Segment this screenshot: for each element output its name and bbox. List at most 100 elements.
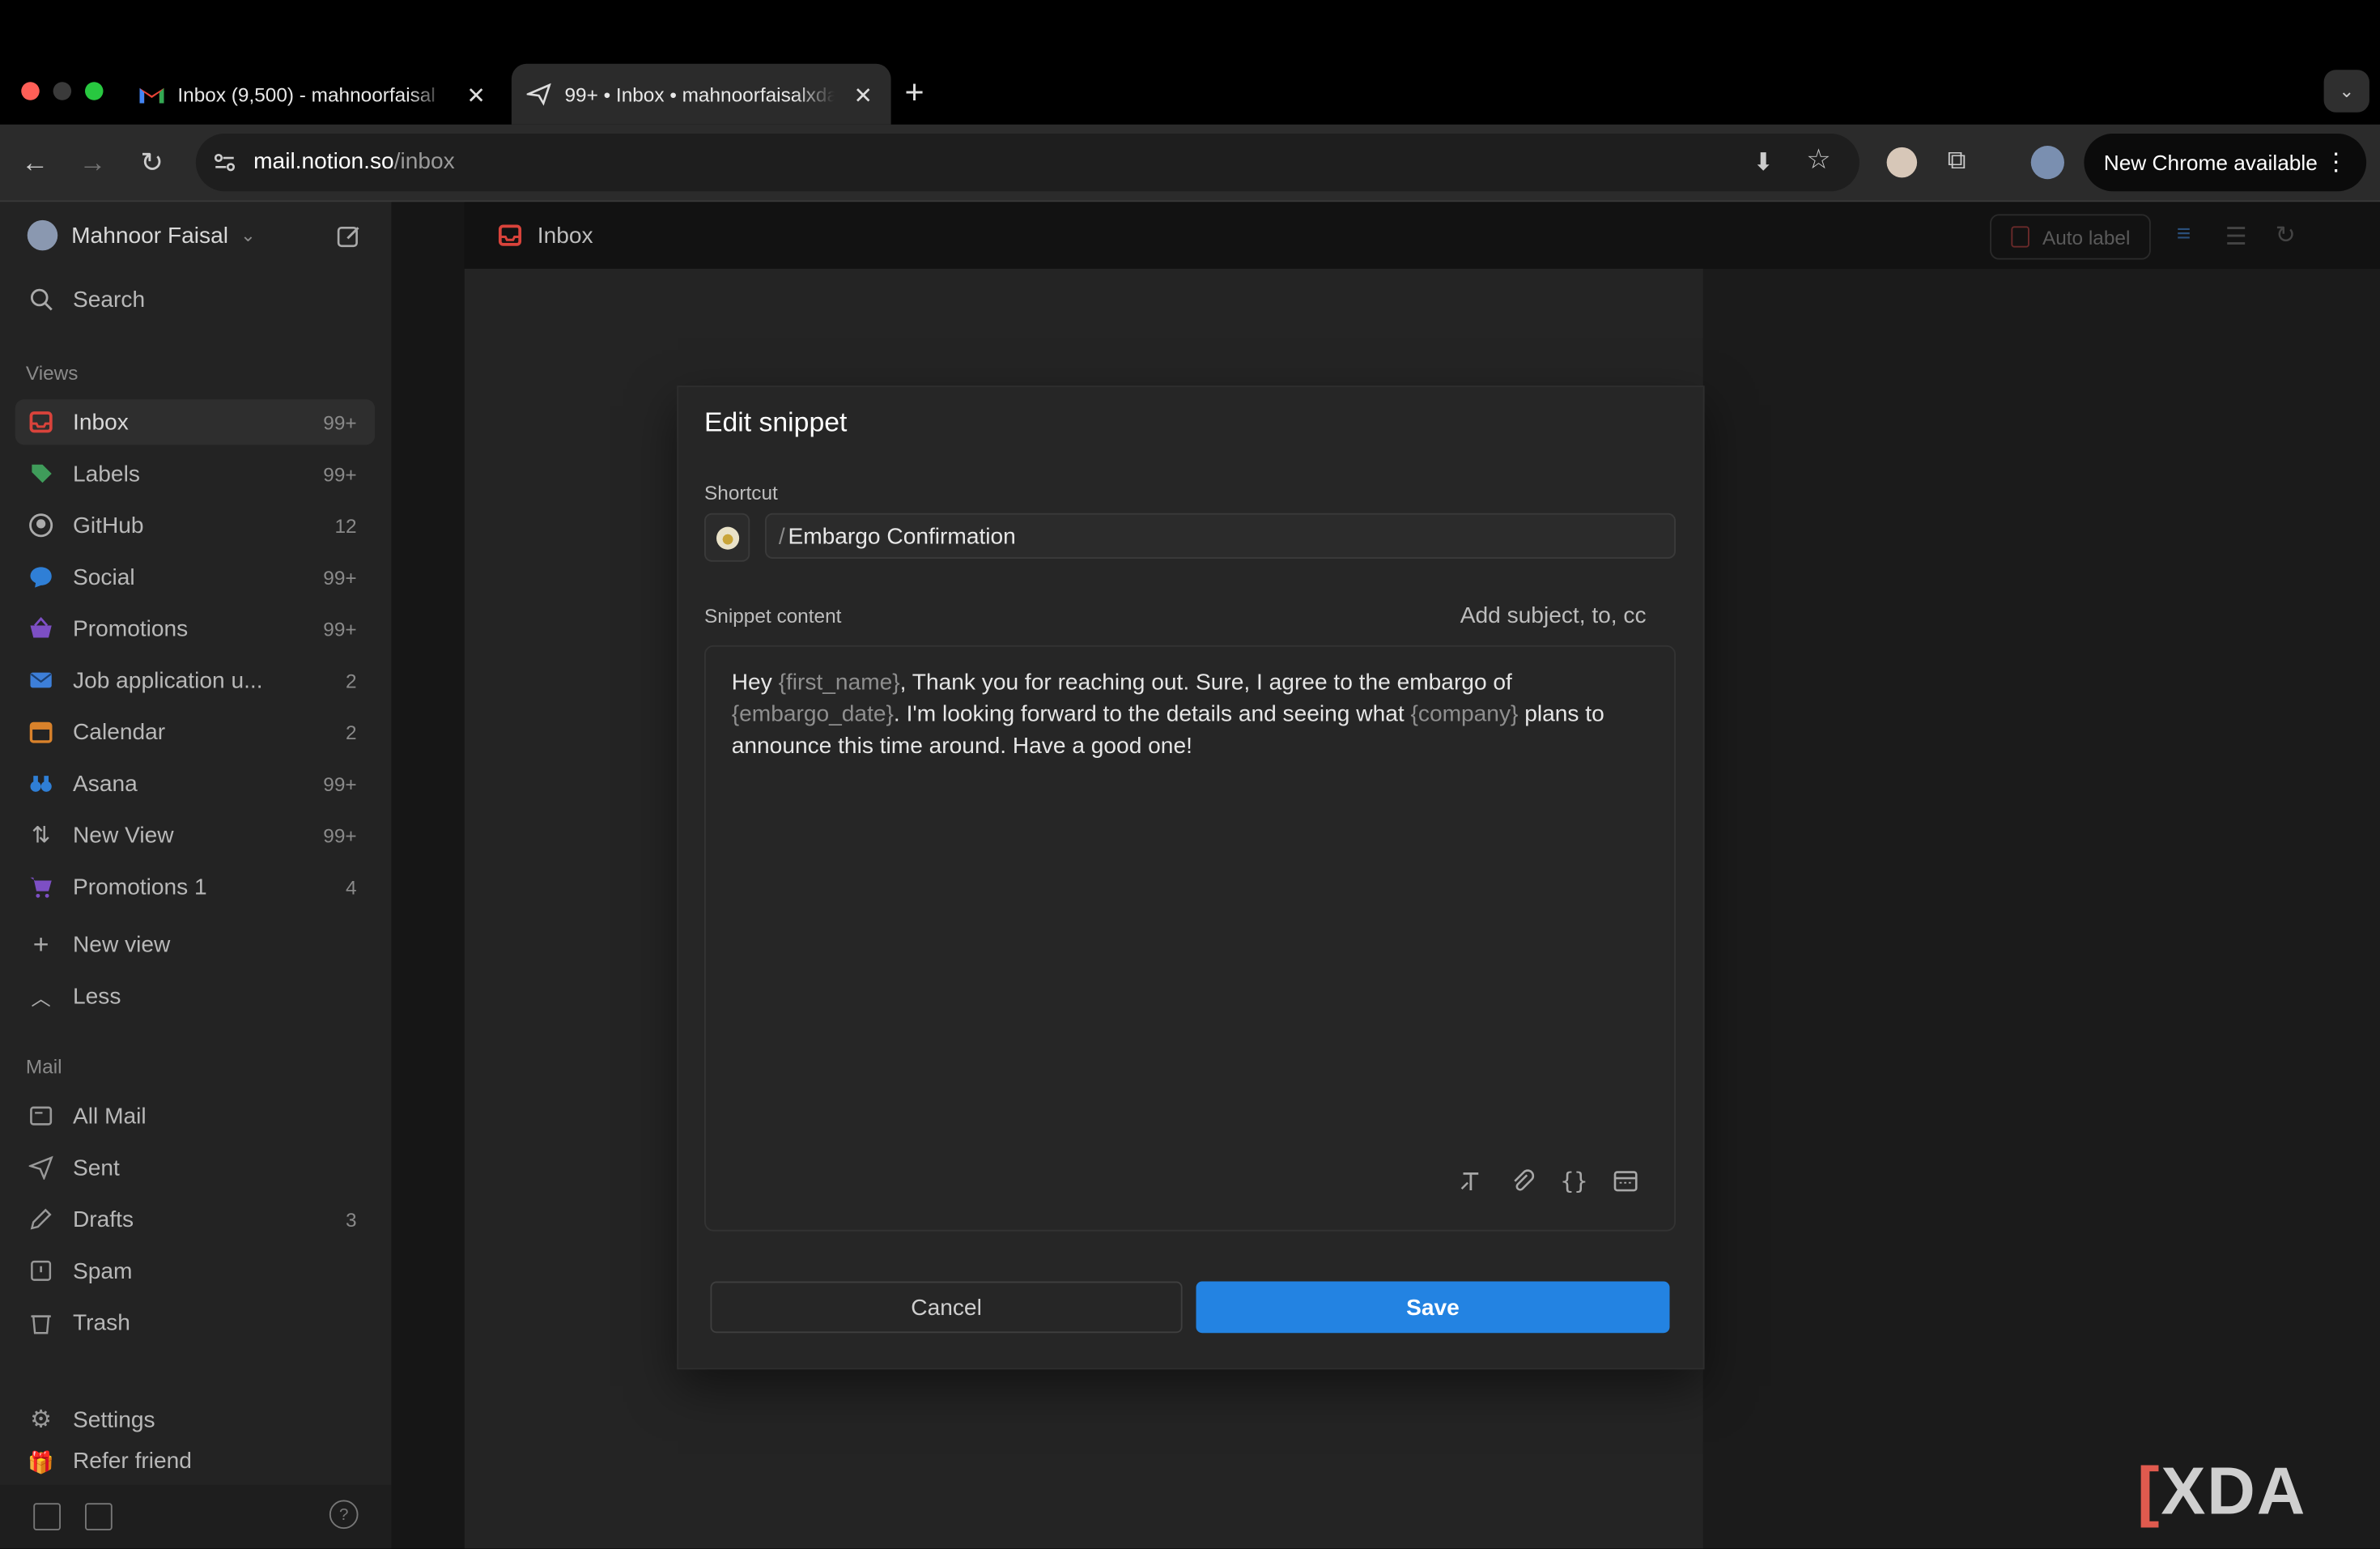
shortcut-label: Shortcut	[704, 481, 778, 504]
sidebar-item-spam[interactable]: Spam	[15, 1248, 375, 1293]
sidebar-item-drafts[interactable]: Drafts 3	[15, 1197, 375, 1242]
extensions-puzzle-icon[interactable]: ⧉	[1948, 146, 1966, 177]
more-menu-icon[interactable]: ⋮	[2324, 147, 2348, 178]
binoculars-icon	[28, 770, 55, 798]
profile-avatar[interactable]	[2030, 146, 2064, 180]
sidebar-item-promotions[interactable]: Promotions 99+	[15, 606, 375, 651]
dialog-title: Edit snippet	[704, 406, 848, 438]
show-less-button[interactable]: ︿ Less	[15, 973, 375, 1019]
close-window-button[interactable]	[21, 82, 40, 100]
close-tab-icon[interactable]: ✕	[466, 82, 486, 109]
variable-braces-icon[interactable]: {}	[1559, 1166, 1590, 1197]
notion-icon[interactable]	[33, 1503, 61, 1530]
address-bar[interactable]: mail.notion.so/inbox ⬇ ☆	[195, 134, 1859, 192]
sidebar: Mahnoor Faisal ⌄ Search Views Inbox 99+ L…	[0, 202, 392, 1549]
sidebar-item-promotions-1[interactable]: Promotions 14	[15, 864, 375, 909]
browser-tab-notion-mail[interactable]: 99+ • Inbox • mahnoorfaisalxda ✕	[511, 63, 891, 125]
shortcut-input[interactable]: / Embargo Confirmation	[765, 513, 1676, 559]
settings-sliders-icon[interactable]: ☰	[2225, 222, 2247, 253]
bookmark-star-icon[interactable]: ☆	[1806, 144, 1830, 176]
browser-tab-gmail[interactable]: Inbox (9,500) - mahnoorfaisal ✕	[125, 64, 504, 125]
tab-search-button[interactable]: ⌄	[2323, 70, 2369, 113]
reload-icon[interactable]: ↻	[135, 146, 168, 179]
snippet-content-label: Snippet content	[704, 604, 842, 628]
refresh-icon[interactable]: ↻	[2276, 220, 2296, 251]
calendar-insert-icon[interactable]	[1610, 1166, 1641, 1197]
tag-icon	[28, 460, 55, 487]
account-avatar	[27, 219, 58, 251]
paper-plane-icon	[28, 1154, 55, 1181]
forward-icon[interactable]: →	[76, 146, 109, 179]
compose-icon[interactable]	[335, 223, 363, 251]
sidebar-item-refer-friend[interactable]: 🎁 Refer friend	[15, 1449, 375, 1476]
xda-watermark-logo: [XDA	[2137, 1454, 2307, 1530]
add-subject-to-cc-link[interactable]: Add subject, to, cc	[1460, 602, 1647, 628]
sidebar-item-new-view[interactable]: ⇅ New View 99+	[15, 812, 375, 857]
attachment-icon[interactable]	[1507, 1166, 1538, 1197]
views-heading: Views	[25, 361, 79, 385]
chevron-up-icon: ︿	[31, 985, 51, 1009]
template-variable: {first_name}	[778, 669, 900, 696]
gift-icon: 🎁	[28, 1449, 54, 1474]
calendar-app-icon[interactable]	[85, 1503, 113, 1530]
github-icon	[28, 512, 55, 539]
notion-mail-icon	[526, 82, 551, 106]
save-button[interactable]: Save	[1196, 1281, 1670, 1334]
shopping-cart-icon	[28, 873, 55, 900]
extension-icon[interactable]	[1886, 147, 1918, 178]
account-switcher[interactable]: Mahnoor Faisal ⌄	[27, 219, 256, 251]
spam-icon	[28, 1257, 55, 1285]
filter-icon[interactable]: ≡	[2177, 222, 2191, 249]
new-view-button[interactable]: + New view	[15, 921, 375, 967]
new-tab-button[interactable]: +	[905, 73, 924, 113]
editor-toolbar: {}	[1456, 1166, 1641, 1197]
cancel-button[interactable]: Cancel	[710, 1281, 1183, 1334]
auto-label-icon	[2010, 226, 2029, 248]
envelope-icon	[28, 666, 55, 694]
snippet-content-editor[interactable]: Hey {first_name}, Thank you for reaching…	[704, 645, 1676, 1232]
xda-bracket-icon: [	[2137, 1454, 2161, 1530]
maximize-window-button[interactable]	[85, 82, 104, 100]
snippet-emoji-picker[interactable]	[704, 513, 750, 562]
inbox-icon	[28, 408, 55, 436]
help-icon[interactable]: ?	[329, 1500, 359, 1530]
close-tab-icon[interactable]: ✕	[854, 82, 873, 109]
auto-label-button[interactable]: Auto label	[1990, 214, 2151, 260]
pencil-icon	[28, 1206, 55, 1233]
sidebar-item-trash[interactable]: Trash	[15, 1300, 375, 1345]
text-format-icon[interactable]	[1456, 1166, 1486, 1197]
sidebar-item-all-mail[interactable]: All Mail	[15, 1093, 375, 1138]
browser-tab-bar: Inbox (9,500) - mahnoorfaisal ✕ 99+ • In…	[0, 0, 2380, 125]
gmail-icon	[139, 82, 164, 106]
install-app-icon[interactable]: ⬇	[1753, 147, 1774, 178]
sidebar-item-sent[interactable]: Sent	[15, 1145, 375, 1190]
sidebar-item-labels[interactable]: Labels 99+	[15, 451, 375, 496]
sidebar-item-social[interactable]: Social 99+	[15, 554, 375, 599]
minimize-window-button[interactable]	[53, 82, 72, 100]
sidebar-divider	[391, 202, 465, 1549]
trash-icon	[28, 1309, 55, 1336]
mail-heading: Mail	[25, 1055, 62, 1079]
sidebar-item-github[interactable]: GitHub 12	[15, 503, 375, 548]
sidebar-item-inbox[interactable]: Inbox 99+	[15, 399, 376, 445]
search-icon	[28, 286, 55, 313]
edit-snippet-dialog: Edit snippet Shortcut / Embargo Confirma…	[678, 387, 1703, 1368]
all-mail-icon	[28, 1102, 55, 1130]
url-text: mail.notion.so/inbox	[253, 148, 455, 175]
sidebar-item-calendar[interactable]: Calendar 2	[15, 709, 375, 755]
plus-icon: +	[32, 928, 49, 960]
tab-title: Inbox (9,500) - mahnoorfaisal	[177, 83, 436, 106]
tab-title: 99+ • Inbox • mahnoorfaisalxda	[564, 83, 835, 106]
new-chrome-available-button[interactable]: New Chrome available ⋮	[2084, 134, 2367, 192]
sidebar-item-asana[interactable]: Asana 99+	[15, 760, 375, 806]
back-icon[interactable]: ←	[19, 146, 52, 179]
site-settings-icon[interactable]	[211, 149, 239, 177]
chevron-down-icon: ⌄	[240, 224, 256, 246]
page-title: Inbox	[537, 223, 593, 249]
emoji-icon	[716, 526, 739, 549]
search-button[interactable]: Search	[15, 276, 375, 321]
sort-arrows-icon: ⇅	[31, 823, 51, 849]
sidebar-item-job-application[interactable]: Job application u... 2	[15, 657, 375, 703]
sidebar-footer: ?	[0, 1484, 392, 1549]
sidebar-item-settings[interactable]: ⚙ Settings	[15, 1397, 375, 1442]
